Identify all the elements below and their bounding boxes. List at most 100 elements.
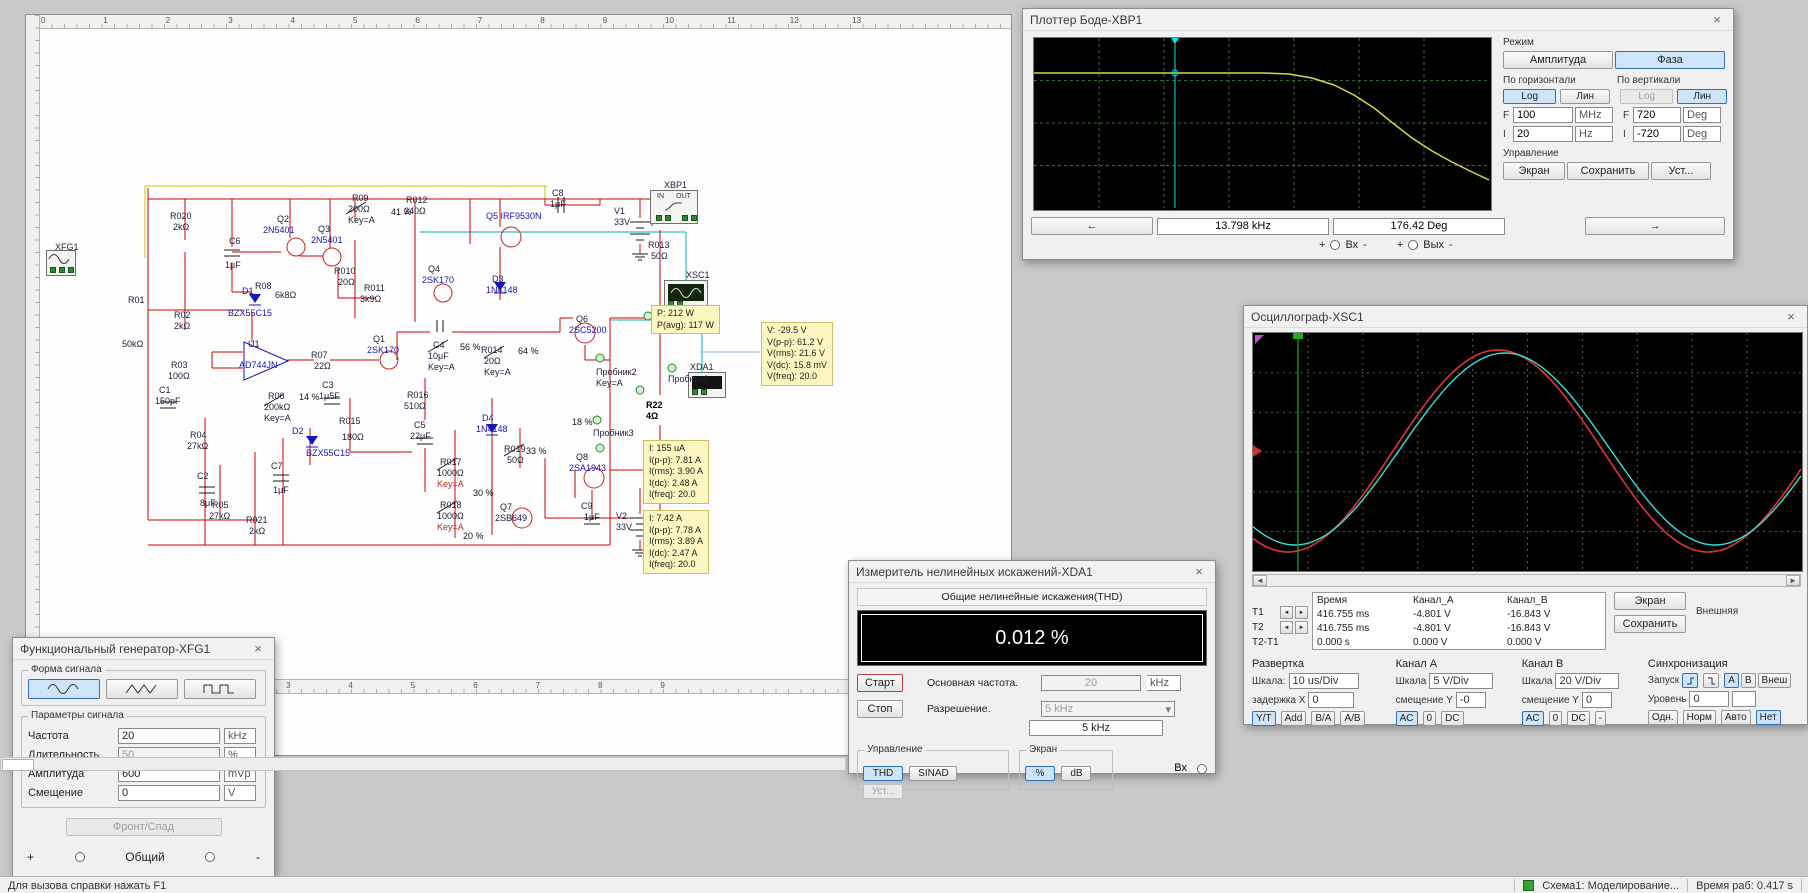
bode-h-i-input[interactable]: 20: [1513, 126, 1573, 142]
close-icon[interactable]: ×: [1708, 12, 1726, 27]
bode-horizontal-lin-button[interactable]: Лин: [1560, 89, 1610, 104]
canvas-horizontal-scrollbar[interactable]: [0, 757, 846, 771]
close-icon[interactable]: ×: [249, 641, 267, 656]
channel-b-scale-input[interactable]: 20 V/Div: [1555, 673, 1620, 689]
trigger-mode-button[interactable]: Норм: [1682, 710, 1716, 725]
channel-a-coupling-button[interactable]: DC: [1441, 711, 1464, 726]
cursor-left-button[interactable]: ◄: [1280, 606, 1293, 619]
scope-screen-button[interactable]: Экран: [1614, 592, 1686, 610]
trigger-level-input[interactable]: 0: [1689, 691, 1730, 707]
bode-cursor-left-button[interactable]: ←: [1031, 217, 1153, 235]
square-wave-button[interactable]: [184, 679, 256, 699]
bode-phase-button[interactable]: Фаза: [1615, 51, 1725, 69]
bode-vertical-log-button[interactable]: Log: [1620, 89, 1674, 104]
trigger-mode-button[interactable]: Авто: [1720, 710, 1751, 725]
bode-h-i-unit[interactable]: Hz: [1575, 126, 1613, 142]
thd-stop-button[interactable]: Стоп: [857, 700, 903, 718]
scope-titlebar[interactable]: Осциллограф-XSC1 ×: [1244, 306, 1807, 328]
bode-out-terminal[interactable]: [1408, 240, 1419, 250]
bode-titlebar[interactable]: Плоттер Боде-XBP1 ×: [1023, 9, 1733, 31]
bode-screen-button[interactable]: Экран: [1503, 162, 1565, 180]
rising-edge-button[interactable]: [1682, 673, 1699, 688]
simulation-status: Схема1: Моделирование...: [1542, 879, 1680, 892]
channel-a-scale-label: Шкала: [1395, 675, 1427, 687]
trigger-mode-button[interactable]: Одн.: [1647, 710, 1678, 725]
thd-in-terminal[interactable]: [1197, 764, 1207, 774]
timebase-mode-button[interactable]: B/A: [1311, 711, 1336, 726]
thd-titlebar[interactable]: Измеритель нелинейных искажений-XDA1 ×: [849, 561, 1215, 583]
fgen-edge-button[interactable]: Фронт/Спад: [65, 818, 222, 836]
channel-b-coupling-button[interactable]: -: [1594, 711, 1607, 726]
bode-cursor-right-button[interactable]: →: [1585, 217, 1725, 235]
fgen-titlebar[interactable]: Функциональный генератор-XFG1 ×: [13, 638, 274, 660]
bode-v-i-unit[interactable]: Deg: [1683, 126, 1721, 142]
scope-scrollbar[interactable]: ◄ ►: [1252, 574, 1801, 587]
thd-start-button[interactable]: Старт: [857, 674, 903, 692]
trigger-source-button[interactable]: Внеш: [1757, 673, 1792, 688]
xsc1-instrument-icon[interactable]: [664, 280, 708, 310]
bode-save-button[interactable]: Сохранить: [1567, 162, 1649, 180]
bode-h-f-input[interactable]: 100: [1513, 107, 1573, 123]
timebase-mode-button[interactable]: A/B: [1340, 711, 1365, 726]
ruler-number: 5: [410, 681, 416, 690]
trigger-level-unit[interactable]: [1732, 691, 1757, 707]
fgen-common-terminal[interactable]: [205, 852, 216, 862]
db-button[interactable]: dB: [1061, 766, 1092, 781]
channel-a-coupling-button[interactable]: AC: [1395, 711, 1418, 726]
falling-edge-button[interactable]: [1703, 673, 1720, 688]
bode-out-minus: -: [1449, 239, 1453, 251]
bode-vertical-lin-button[interactable]: Лин: [1677, 89, 1727, 104]
fgen-param-input[interactable]: 0: [118, 785, 220, 801]
cursor-right-button[interactable]: ►: [1295, 606, 1308, 619]
bode-v-i-input[interactable]: -720: [1633, 126, 1681, 142]
timebase-scale-input[interactable]: 10 us/Div: [1288, 673, 1359, 689]
cursor-right-button[interactable]: ►: [1295, 621, 1308, 634]
close-icon[interactable]: ×: [1190, 564, 1208, 579]
scope-save-button[interactable]: Сохранить: [1614, 615, 1686, 633]
channel-b-coupling-button[interactable]: AC: [1521, 711, 1544, 726]
thd-resolution-select[interactable]: 5 kHz ▾: [1041, 701, 1175, 717]
bode-settings-button[interactable]: Уст...: [1651, 162, 1711, 180]
bode-amplitude-button[interactable]: Амплитуда: [1503, 51, 1613, 69]
timebase-mode-button[interactable]: Y/T: [1252, 711, 1276, 726]
xfg1-instrument-icon[interactable]: [46, 250, 76, 276]
sine-wave-button[interactable]: [28, 679, 100, 699]
trigger-mode-button[interactable]: Нет: [1755, 710, 1781, 725]
bode-out-plus: +: [1396, 239, 1404, 251]
channel-a-offset-input[interactable]: -0: [1455, 692, 1486, 708]
fgen-plus-terminal[interactable]: [74, 852, 85, 862]
bode-v-f-unit[interactable]: Deg: [1683, 107, 1721, 123]
sinad-mode-button[interactable]: SINAD: [909, 766, 958, 781]
thd-header: Общие нелинейные искажения(THD): [857, 588, 1207, 606]
fgen-param-input[interactable]: 20: [118, 728, 220, 744]
channel-b-coupling-button[interactable]: DC: [1567, 711, 1590, 726]
status-divider: [1687, 879, 1689, 892]
xbp1-instrument-icon[interactable]: IN OUT: [650, 190, 698, 224]
percent-button[interactable]: %: [1025, 766, 1055, 781]
channel-a-coupling-button[interactable]: 0: [1422, 711, 1437, 726]
cursor-left-button[interactable]: ◄: [1280, 621, 1293, 634]
timebase-mode-button[interactable]: Add: [1280, 711, 1307, 726]
bode-v-f-input[interactable]: 720: [1633, 107, 1681, 123]
trigger-source-button[interactable]: A: [1724, 673, 1739, 688]
triangle-wave-button[interactable]: [106, 679, 178, 699]
timebase-offset-input[interactable]: 0: [1308, 692, 1355, 708]
thd-frequency-input[interactable]: 20: [1041, 675, 1141, 691]
bode-h-f-unit[interactable]: MHz: [1575, 107, 1613, 123]
thd-mode-button[interactable]: THD: [863, 766, 903, 781]
channel-a-scale-input[interactable]: 5 V/Div: [1429, 673, 1494, 689]
scope-readout-col-header: Канал_B: [1507, 594, 1548, 606]
xda1-instrument-icon[interactable]: [688, 372, 726, 398]
thd-settings-button[interactable]: Уст...: [863, 784, 903, 799]
bode-horizontal-log-button[interactable]: Log: [1503, 89, 1557, 104]
trigger-source-button[interactable]: B: [1740, 673, 1756, 688]
channel-b-coupling-button[interactable]: 0: [1548, 711, 1563, 726]
ruler-number: 6: [415, 16, 420, 25]
scroll-left-icon[interactable]: ◄: [1253, 575, 1267, 586]
thd-resolution-option[interactable]: 5 kHz: [1029, 720, 1163, 736]
bode-in-terminal[interactable]: [1330, 240, 1341, 250]
scrollbar-thumb[interactable]: [2, 759, 34, 771]
scroll-right-icon[interactable]: ►: [1786, 575, 1800, 586]
channel-b-offset-input[interactable]: 0: [1581, 692, 1612, 708]
close-icon[interactable]: ×: [1782, 309, 1800, 324]
